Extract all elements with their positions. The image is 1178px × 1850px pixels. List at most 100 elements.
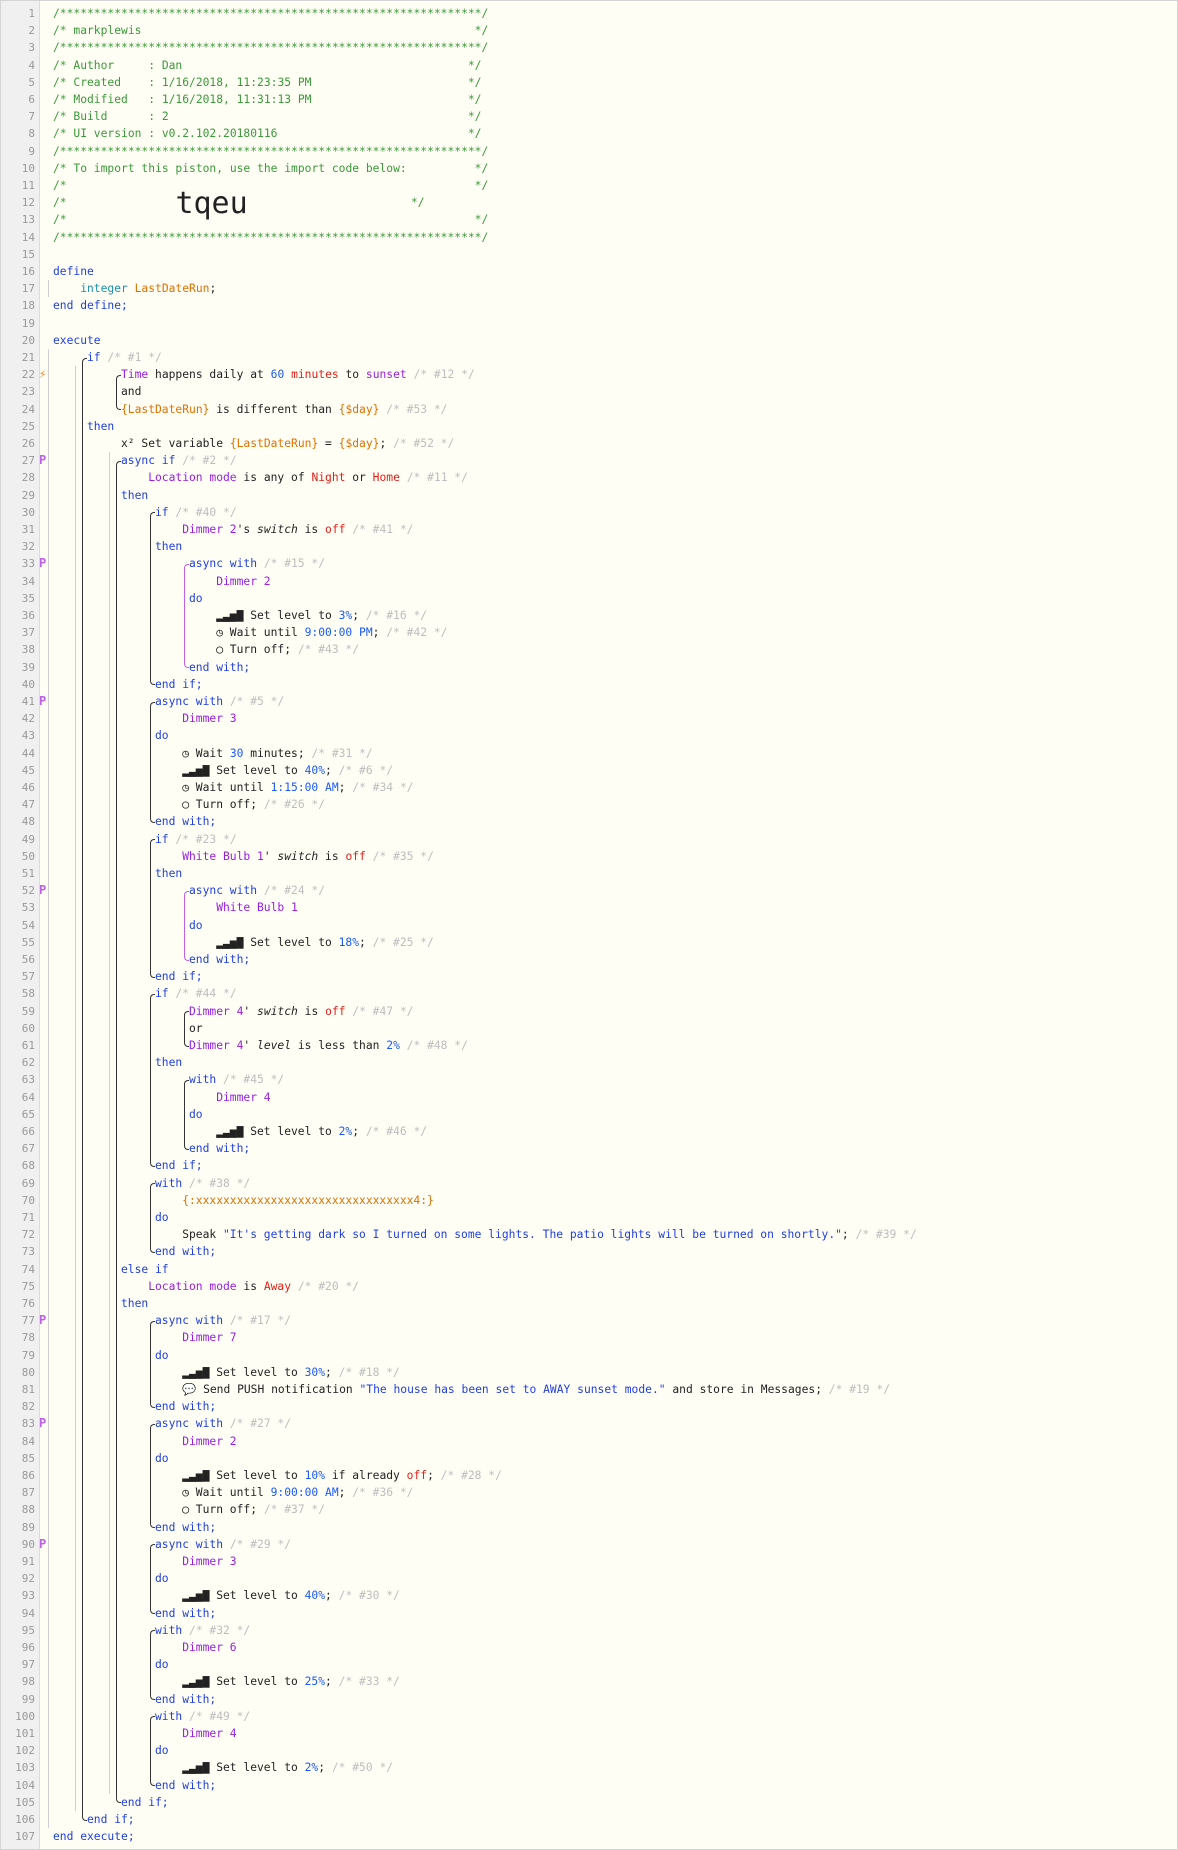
code-text: /* UI version : v0.2.102.20180116 */ [53,125,481,142]
token-comment: /* [53,196,176,210]
token-keyword: execute [53,333,101,347]
code-line: 101 Dimmer 4 [1,1725,1177,1742]
token-text: and [121,385,142,399]
line-number: 63 [21,1073,35,1087]
code-line: 26 x² Set variable {LastDateRun} = {$day}… [1,435,1177,452]
code-editor[interactable]: 1 /**************************************… [0,0,1178,1850]
code-text: end define; [53,297,128,314]
code-line: 41 Pasync with /* #5 */ [1,693,1177,710]
line-number: 87 [21,1486,35,1500]
token-text: switch [257,1004,298,1018]
token-keyword: end with; [155,1692,217,1706]
token-muted: /* #33 */ [338,1675,400,1689]
token-text: ; [427,1469,441,1482]
code-text: end if; [155,1157,203,1174]
token-muted: /* #31 */ [311,746,373,760]
code-text: else if [121,1261,169,1278]
token-muted: /* #18 */ [338,1365,400,1379]
line-number: 64 [21,1090,35,1104]
code-line: 90 Pasync with /* #29 */ [1,1536,1177,1553]
line-number: 43 [21,729,35,743]
token-text: ; [325,1365,339,1379]
token-text: ; [209,282,217,296]
code-text: Dimmer 4 [182,1725,236,1742]
token-muted: /* #17 */ [229,1314,292,1328]
code-text: with /* #49 */ [155,1708,250,1725]
code-text: /* tqeu */ [53,189,425,219]
token-muted: /* #1 */ [107,351,162,364]
token-device: Location mode [148,1279,237,1293]
code-text: end with; [155,1243,216,1260]
line-number: 38 [21,643,35,657]
token-muted: /* #28 */ [440,1469,502,1482]
code-line: 17 integer LastDateRun; [1,280,1177,297]
code-line: 7 /* Build : 2 */ [1,108,1177,125]
token-keyword: then [155,540,183,554]
line-number: 106 [15,1813,35,1826]
line-number: 105 [15,1795,35,1809]
code-text: if /* #44 */ [155,985,237,1002]
token-device: White Bulb 1 [216,901,298,915]
code-line: 100 with /* #49 */ [1,1708,1177,1725]
code-text: if /* #40 */ [155,504,237,521]
token-keyword: end with; [155,1400,217,1414]
token-keyword: async if [121,454,183,468]
line-number: 75 [21,1279,35,1293]
token-variable: {LastDateRun} [121,402,210,416]
token-text: = [318,437,339,450]
token-muted: /* #45 */ [223,1073,285,1087]
code-text: end if; [155,968,203,985]
line-number: 33 [21,557,35,571]
token-keyword: with [189,1073,224,1087]
line-number: 98 [21,1675,35,1689]
code-line: 34 Dimmer 2 [1,573,1177,590]
line-number: 39 [21,660,35,674]
line-number: 6 [28,93,35,106]
token-keyword: end with; [189,1142,251,1156]
code-text: /* */ [53,211,488,228]
token-comment: /* markplewis */ [53,24,489,38]
token-value_red: Night [311,471,346,485]
token-text: Set level to [216,1469,305,1482]
token-keyword: end with; [155,1778,217,1792]
code-text: ▂▃▅▇ Set level to 3%; /* #16 */ [216,607,427,624]
code-line: 73 end with; [1,1243,1177,1260]
code-text: Dimmer 2 [216,573,270,590]
token-keyword: else if [121,1262,169,1276]
code-text: define [53,263,94,280]
token-comment: /* */ [53,179,489,192]
token-number: 40% [304,1589,326,1603]
code-line: 4 /* Author : Dan */ [1,57,1177,74]
code-line: 50 White Bulb 1' switch is off /* #35 */ [1,848,1177,865]
code-line: 70 {:xxxxxxxxxxxxxxxxxxxxxxxxxxxxxxxx4:} [1,1192,1177,1209]
token-device: Dimmer 6 [182,1641,237,1654]
token-text: minutes; [243,746,312,760]
code-line: 56 end with; [1,951,1177,968]
token-keyword: async with [155,1314,230,1328]
line-number: 50 [21,849,35,863]
token-comment: /* Author : Dan */ [53,58,482,72]
line-number: 26 [21,437,35,450]
code-text: /* Build : 2 */ [53,108,481,125]
token-keyword: do [155,729,169,743]
line-number: 53 [21,901,35,915]
token-text: is [318,849,346,863]
code-text: White Bulb 1' switch is off /* #35 */ [182,848,434,865]
line-number: 73 [21,1245,35,1259]
line-number: 77 [21,1314,35,1328]
line-number: 83 [21,1417,35,1431]
line-number: 84 [21,1434,35,1448]
token-device: Dimmer 4 [189,1004,244,1018]
code-text: /* Modified : 1/16/2018, 11:31:13 PM */ [53,91,481,108]
parallel-marker-icon: P [39,556,47,571]
line-number: 42 [21,712,35,726]
token-text: is different than [209,402,339,416]
token-muted: /* #26 */ [263,798,326,812]
token-comment: /* To import this piston, use the import… [53,161,489,175]
code-text: if /* #1 */ [87,349,162,366]
line-number: 80 [21,1365,35,1379]
token-device: Dimmer 2 [182,1434,237,1448]
line-number: 99 [21,1692,35,1706]
line-number: 97 [21,1658,35,1672]
token-number: 2% [304,1761,319,1775]
